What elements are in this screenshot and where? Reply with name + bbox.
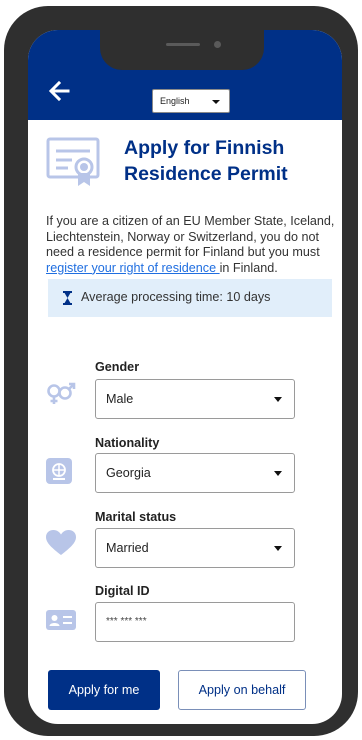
language-select[interactable]: English bbox=[152, 89, 230, 113]
apply-on-behalf-button[interactable]: Apply on behalf bbox=[178, 670, 306, 710]
chevron-down-icon bbox=[212, 100, 220, 104]
certificate-icon bbox=[46, 137, 100, 186]
digital-id-input[interactable]: *** *** *** bbox=[95, 602, 295, 642]
nationality-select[interactable]: Georgia bbox=[95, 453, 295, 493]
digital-id-placeholder: *** *** *** bbox=[106, 616, 147, 627]
processing-time-text: Average processing time: 10 days bbox=[81, 290, 271, 304]
apply-for-me-button[interactable]: Apply for me bbox=[48, 670, 160, 710]
marital-status-select[interactable]: Married bbox=[95, 528, 295, 568]
marital-status-label: Marital status bbox=[95, 510, 177, 524]
gender-label: Gender bbox=[95, 360, 140, 374]
intro-text-start: If you are a citizen of an EU Member Sta… bbox=[46, 214, 335, 260]
page-title: Apply for Finnish Residence Permit bbox=[124, 137, 288, 185]
phone-notch bbox=[100, 30, 264, 70]
id-card-icon bbox=[46, 610, 76, 630]
gender-select[interactable]: Male bbox=[95, 379, 295, 419]
language-value: English bbox=[160, 96, 190, 106]
marital-status-value: Married bbox=[106, 541, 149, 555]
gender-value: Male bbox=[106, 392, 134, 406]
passport-icon bbox=[46, 458, 72, 484]
speaker-grille bbox=[166, 43, 200, 46]
chevron-down-icon bbox=[274, 471, 282, 476]
register-residence-link[interactable]: register your right of residence bbox=[46, 261, 220, 275]
nationality-label: Nationality bbox=[95, 436, 160, 450]
heart-icon bbox=[46, 530, 76, 555]
chevron-down-icon bbox=[274, 546, 282, 551]
front-camera bbox=[214, 41, 221, 48]
chevron-down-icon bbox=[274, 397, 282, 402]
digital-id-label: Digital ID bbox=[95, 584, 150, 598]
app-screen: English Apply for Finnish Residence Perm… bbox=[28, 30, 342, 724]
processing-time-banner: Average processing time: 10 days bbox=[48, 279, 332, 317]
arrow-left-icon bbox=[48, 80, 70, 102]
gender-icon bbox=[47, 382, 76, 404]
intro-text-end: in Finland. bbox=[219, 260, 278, 275]
hourglass-icon bbox=[63, 291, 72, 305]
nationality-value: Georgia bbox=[106, 466, 151, 480]
intro-text: If you are a citizen of an EU Member Sta… bbox=[46, 214, 342, 276]
phone-frame: English Apply for Finnish Residence Perm… bbox=[4, 6, 358, 736]
back-button[interactable] bbox=[46, 78, 72, 104]
